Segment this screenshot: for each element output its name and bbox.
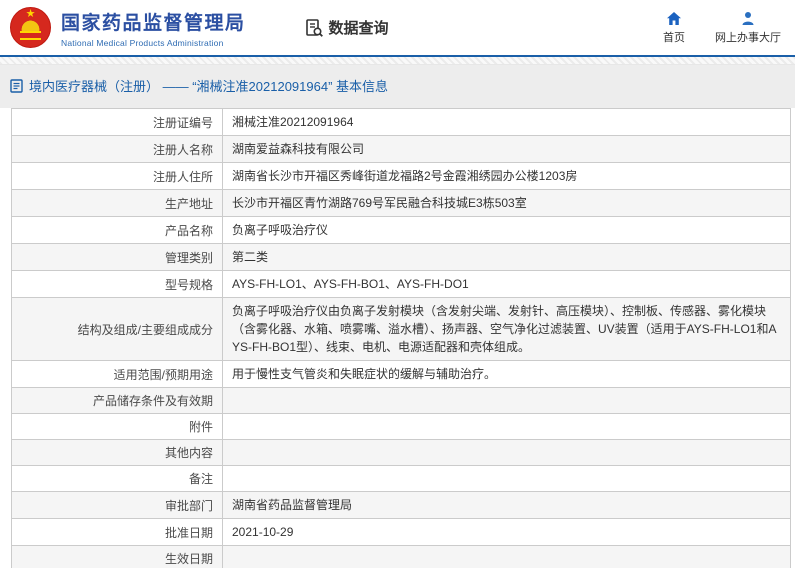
table-row: 管理类别 第二类 [11,243,791,271]
row-label: 备注 [11,465,223,492]
table-row: 适用范围/预期用途 用于慢性支气管炎和失眠症状的缓解与辅助治疗。 [11,360,791,388]
national-emblem-logo: ★ [10,7,51,48]
row-value: 湖南省药品监督管理局 [222,491,791,519]
table-row: 批准日期 2021-10-29 [11,518,791,546]
registration-info-table-wrap: 注册证编号 湘械注准20212091964 注册人名称 湖南爱益森科技有限公司 … [0,108,795,568]
row-value: 湖南省长沙市开福区秀峰街道龙福路2号金霞湘绣园办公楼1203房 [222,162,791,190]
row-value: 湖南爱益森科技有限公司 [222,135,791,163]
page-title: 境内医疗器械（注册） —— “湘械注准20212091964” 基本信息 [29,79,389,94]
org-title-block: 国家药品监督管理局 National Medical Products Admi… [61,8,246,48]
row-label: 审批部门 [11,491,223,519]
table-row: 注册人住所 湖南省长沙市开福区秀峰街道龙福路2号金霞湘绣园办公楼1203房 [11,162,791,190]
row-label: 结构及组成/主要组成成分 [11,297,223,361]
table-row: 产品储存条件及有效期 [11,387,791,414]
table-row: 生效日期 [11,545,791,568]
table-row: 其他内容 [11,439,791,466]
row-value: 第二类 [222,243,791,271]
nav-service-hall-label: 网上办事大厅 [715,31,781,44]
hatched-band [0,57,795,65]
row-value [222,387,791,414]
emblem-star-icon: ★ [25,8,36,20]
row-label: 其他内容 [11,439,223,466]
row-value: 湘械注准20212091964 [222,108,791,136]
breadcrumb: 境内医疗器械（注册） —— “湘械注准20212091964” 基本信息 [0,65,795,108]
table-row: 注册证编号 湘械注准20212091964 [11,108,791,136]
row-value: AYS-FH-LO1、AYS-FH-BO1、AYS-FH-DO1 [222,270,791,298]
table-row: 结构及组成/主要组成成分 负离子呼吸治疗仪由负离子发射模块（含发射尖端、发射针、… [11,297,791,361]
table-row: 生产地址 长沙市开福区青竹湖路769号军民融合科技城E3栋503室 [11,189,791,217]
nav-home[interactable]: 首页 [663,11,685,45]
row-value: 2021-10-29 [222,518,791,546]
table-row: 备注 [11,465,791,492]
row-label: 型号规格 [11,270,223,298]
emblem-gate-icon [20,31,41,40]
row-value: 负离子呼吸治疗仪 [222,216,791,244]
row-label: 生效日期 [11,545,223,568]
table-row: 审批部门 湖南省药品监督管理局 [11,491,791,519]
row-value [222,439,791,466]
person-icon [742,11,754,25]
row-value: 负离子呼吸治疗仪由负离子发射模块（含发射尖端、发射针、高压模块）、控制板、传感器… [222,297,791,361]
data-query-section[interactable]: 数据查询 [304,17,389,38]
row-value [222,413,791,440]
data-query-icon [305,18,323,37]
home-icon [667,11,681,25]
site-header: ★ 国家药品监督管理局 National Medical Products Ad… [0,0,795,55]
registration-info-table: 注册证编号 湘械注准20212091964 注册人名称 湖南爱益森科技有限公司 … [11,108,791,568]
row-value: 长沙市开福区青竹湖路769号军民融合科技城E3栋503室 [222,189,791,217]
row-label: 批准日期 [11,518,223,546]
nav-service-hall[interactable]: 网上办事大厅 [715,11,781,45]
row-value [222,465,791,492]
row-label: 注册人住所 [11,162,223,190]
row-label: 产品储存条件及有效期 [11,387,223,414]
row-label: 产品名称 [11,216,223,244]
table-row: 附件 [11,413,791,440]
row-value: 用于慢性支气管炎和失眠症状的缓解与辅助治疗。 [222,360,791,388]
table-row: 产品名称 负离子呼吸治疗仪 [11,216,791,244]
table-row: 型号规格 AYS-FH-LO1、AYS-FH-BO1、AYS-FH-DO1 [11,270,791,298]
document-icon [10,78,23,93]
row-label: 注册证编号 [11,108,223,136]
org-name-en: National Medical Products Administration [61,37,224,48]
row-label: 生产地址 [11,189,223,217]
header-nav: 首页 网上办事大厅 [663,11,781,45]
nav-home-label: 首页 [663,31,685,44]
row-label: 适用范围/预期用途 [11,360,223,388]
row-label: 管理类别 [11,243,223,271]
org-name-zh: 国家药品监督管理局 [61,12,246,34]
table-row: 注册人名称 湖南爱益森科技有限公司 [11,135,791,163]
row-label: 注册人名称 [11,135,223,163]
data-query-label: 数据查询 [328,20,389,37]
row-label: 附件 [11,413,223,440]
row-value [222,545,791,568]
